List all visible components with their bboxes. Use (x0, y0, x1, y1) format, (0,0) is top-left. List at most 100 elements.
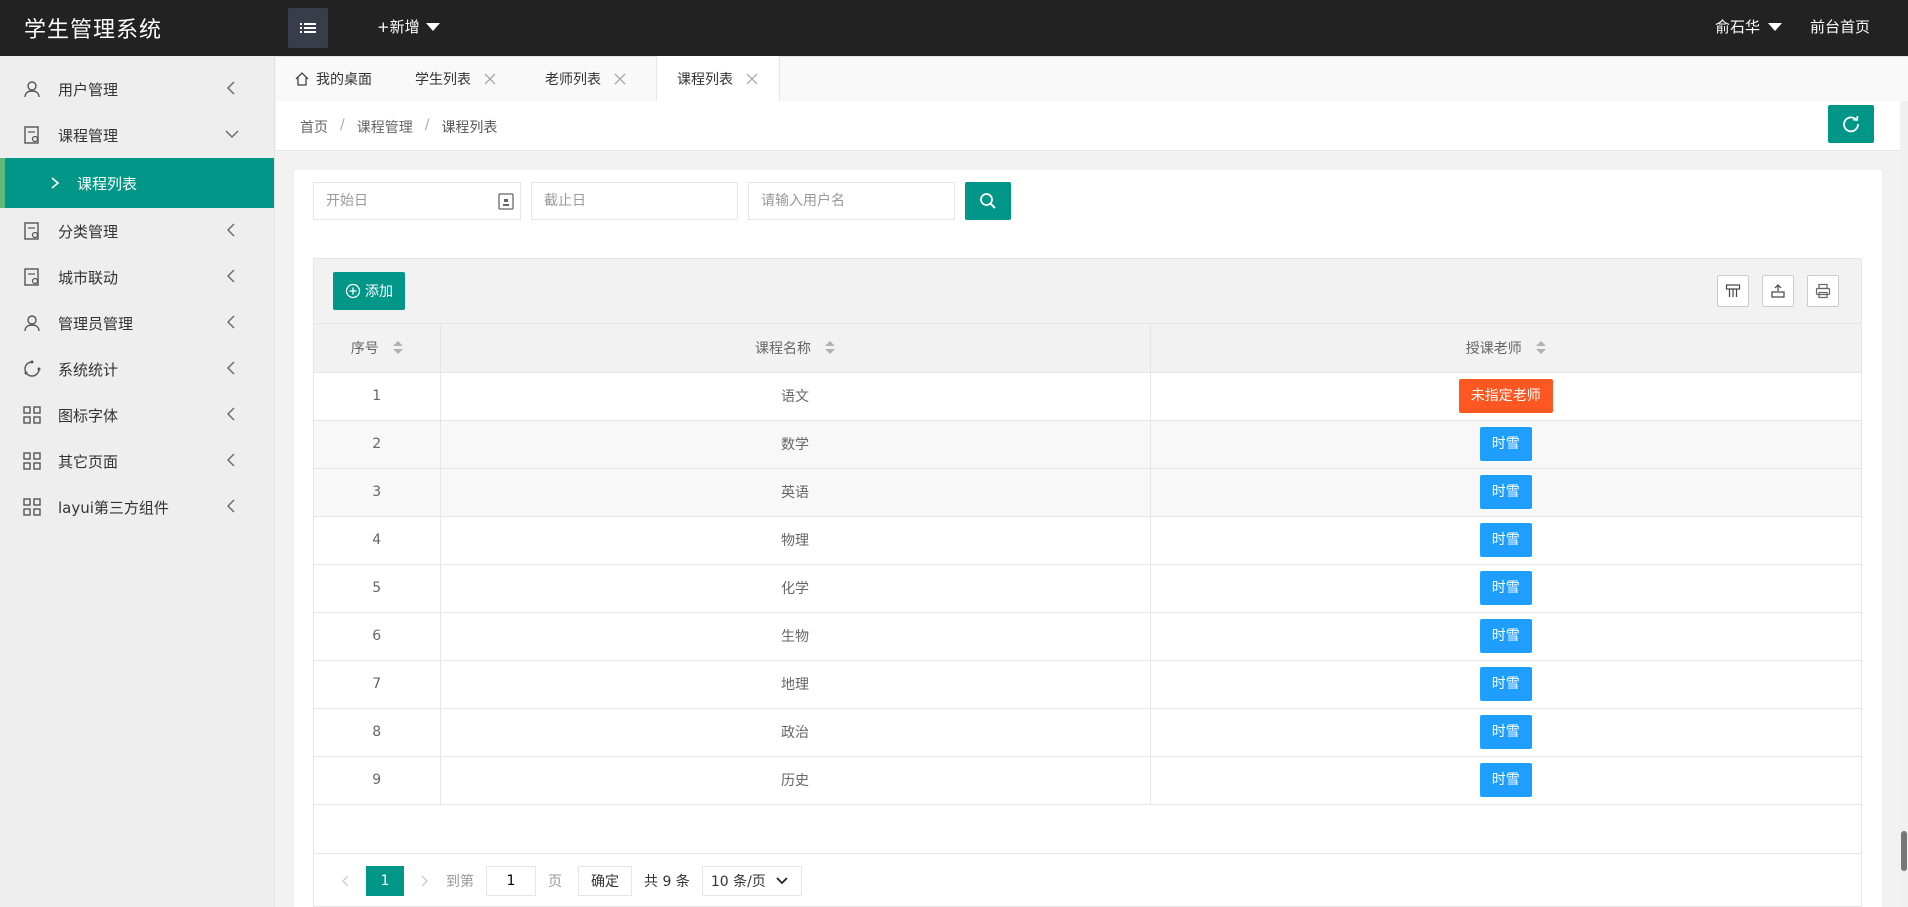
breadcrumb-course-management[interactable]: 课程管理 (357, 117, 413, 137)
sidebar-item-label: 用户管理 (58, 80, 119, 99)
next-page-icon[interactable] (412, 866, 436, 896)
teacher-badge[interactable]: 时雪 (1479, 523, 1532, 557)
prev-page-icon[interactable] (334, 866, 358, 896)
username-input[interactable] (748, 182, 955, 220)
refresh-button[interactable] (1828, 105, 1874, 143)
table-row[interactable]: 8 政治 时雪 (314, 707, 1861, 757)
chart-icon (22, 359, 42, 379)
close-icon[interactable] (613, 72, 627, 86)
tab-teacher-list[interactable]: 老师列表 (545, 56, 627, 101)
teacher-unassigned-badge[interactable]: 未指定老师 (1458, 379, 1553, 413)
chevron-left-icon (227, 361, 235, 375)
tab-student-list[interactable]: 学生列表 (415, 56, 497, 101)
breadcrumb-home[interactable]: 首页 (300, 117, 328, 137)
table-row[interactable]: 1 语文 未指定老师 (314, 371, 1861, 421)
table-row[interactable]: 3 英语 时雪 (314, 467, 1861, 517)
teacher-badge[interactable]: 时雪 (1479, 763, 1532, 797)
goto-label: 到第 (446, 873, 474, 890)
page-size-select[interactable]: 10 条/页 (701, 865, 802, 896)
tab-bar-background (276, 56, 1908, 101)
sidebar-item-label: layui第三方组件 (58, 498, 169, 517)
table-row[interactable]: 2 数学 时雪 (314, 419, 1861, 469)
document-icon (22, 221, 42, 241)
tab-bar: 我的桌面 学生列表 老师列表 课程列表 (276, 56, 1908, 102)
table-row[interactable]: 5 化学 时雪 (314, 563, 1861, 613)
sidebar-item-layui-components[interactable]: layui第三方组件 (0, 484, 274, 530)
current-page[interactable]: 1 (366, 865, 404, 896)
export-button[interactable] (1762, 275, 1794, 307)
sidebar-item-label: 城市联动 (58, 268, 119, 287)
home-icon (295, 71, 309, 86)
table-row[interactable]: 7 地理 时雪 (314, 659, 1861, 709)
sort-icon[interactable] (825, 340, 835, 355)
goto-page-input[interactable] (486, 865, 536, 896)
print-button[interactable] (1807, 275, 1839, 307)
cell-id: 2 (314, 419, 441, 469)
close-icon[interactable] (745, 72, 759, 86)
chevron-left-icon (227, 453, 235, 467)
teacher-badge[interactable]: 时雪 (1479, 427, 1532, 461)
tab-desktop[interactable]: 我的桌面 (294, 56, 372, 101)
column-header-course-name[interactable]: 课程名称 (439, 324, 1151, 373)
sidebar-item-system-statistics[interactable]: 系统统计 (0, 346, 274, 392)
end-date-input[interactable] (531, 182, 738, 220)
print-icon (1815, 283, 1831, 299)
scrollbar-thumb[interactable] (1901, 831, 1907, 871)
cell-id: 4 (314, 515, 441, 565)
start-date-input[interactable] (313, 182, 521, 220)
column-filter-button[interactable] (1717, 275, 1749, 307)
breadcrumb: 首页 / 课程管理 / 课程列表 (300, 117, 497, 137)
grid-icon (22, 497, 42, 517)
sidebar-item-user-management[interactable]: 用户管理 (0, 66, 274, 112)
cell-teacher: 时雪 (1149, 611, 1861, 661)
table-row[interactable]: 9 历史 时雪 (314, 755, 1861, 805)
cell-course-name: 历史 (439, 755, 1151, 805)
cell-teacher: 时雪 (1149, 467, 1861, 517)
teacher-badge[interactable]: 时雪 (1479, 475, 1532, 509)
table-row[interactable]: 4 物理 时雪 (314, 515, 1861, 565)
cell-teacher: 时雪 (1149, 707, 1861, 757)
breadcrumb-current: 课程列表 (441, 120, 498, 136)
columns-icon (1725, 284, 1741, 297)
teacher-badge[interactable]: 时雪 (1479, 667, 1532, 701)
column-header-label: 课程名称 (755, 340, 811, 357)
sidebar-item-category-management[interactable]: 分类管理 (0, 208, 274, 254)
refresh-icon (1843, 115, 1859, 133)
sort-icon[interactable] (1535, 340, 1546, 355)
vertical-scrollbar[interactable] (1900, 101, 1908, 907)
column-header-teacher[interactable]: 授课老师 (1149, 324, 1861, 373)
column-header-id[interactable]: 序号 (314, 324, 441, 373)
frontend-home-link[interactable]: 前台首页 (1810, 16, 1870, 37)
goto-confirm-button[interactable]: 确定 (578, 865, 632, 896)
cell-teacher: 时雪 (1149, 563, 1861, 613)
menu-toggle-button[interactable] (288, 8, 328, 48)
user-icon (22, 79, 42, 99)
chevron-left-icon (227, 223, 235, 237)
breadcrumb-bar: 首页 / 课程管理 / 课程列表 (276, 101, 1908, 151)
sidebar-item-other-pages[interactable]: 其它页面 (0, 438, 274, 484)
content-card: 添加 序号 课程名称 授课老师 1 (294, 170, 1882, 907)
sidebar-item-course-list[interactable]: 课程列表 (0, 158, 274, 208)
sidebar-item-admin-management[interactable]: 管理员管理 (0, 300, 274, 346)
calendar-icon (498, 193, 514, 210)
sidebar: 用户管理 课程管理 课程列表 分类管理 城市联动 管理员管理 系统统计 图标字体… (0, 56, 275, 907)
table-row[interactable]: 6 生物 时雪 (314, 611, 1861, 661)
chevron-left-icon (227, 499, 235, 513)
add-button[interactable]: 添加 (333, 272, 405, 310)
teacher-badge[interactable]: 时雪 (1479, 571, 1532, 605)
sort-icon[interactable] (392, 340, 403, 355)
teacher-badge[interactable]: 时雪 (1479, 619, 1532, 653)
add-new-menu[interactable]: +新增 (377, 16, 440, 37)
cell-teacher: 时雪 (1149, 419, 1861, 469)
table-header-row: 序号 课程名称 授课老师 (314, 324, 1861, 373)
user-menu[interactable]: 俞石华 (1715, 16, 1783, 37)
teacher-badge[interactable]: 时雪 (1479, 715, 1532, 749)
search-button[interactable] (965, 182, 1011, 220)
sidebar-item-city-linkage[interactable]: 城市联动 (0, 254, 274, 300)
sidebar-item-course-management[interactable]: 课程管理 (0, 112, 274, 158)
close-icon[interactable] (483, 72, 497, 86)
cell-course-name: 语文 (439, 371, 1151, 421)
cell-course-name: 数学 (439, 419, 1151, 469)
tab-course-list[interactable]: 课程列表 (656, 56, 780, 102)
sidebar-item-icon-font[interactable]: 图标字体 (0, 392, 274, 438)
